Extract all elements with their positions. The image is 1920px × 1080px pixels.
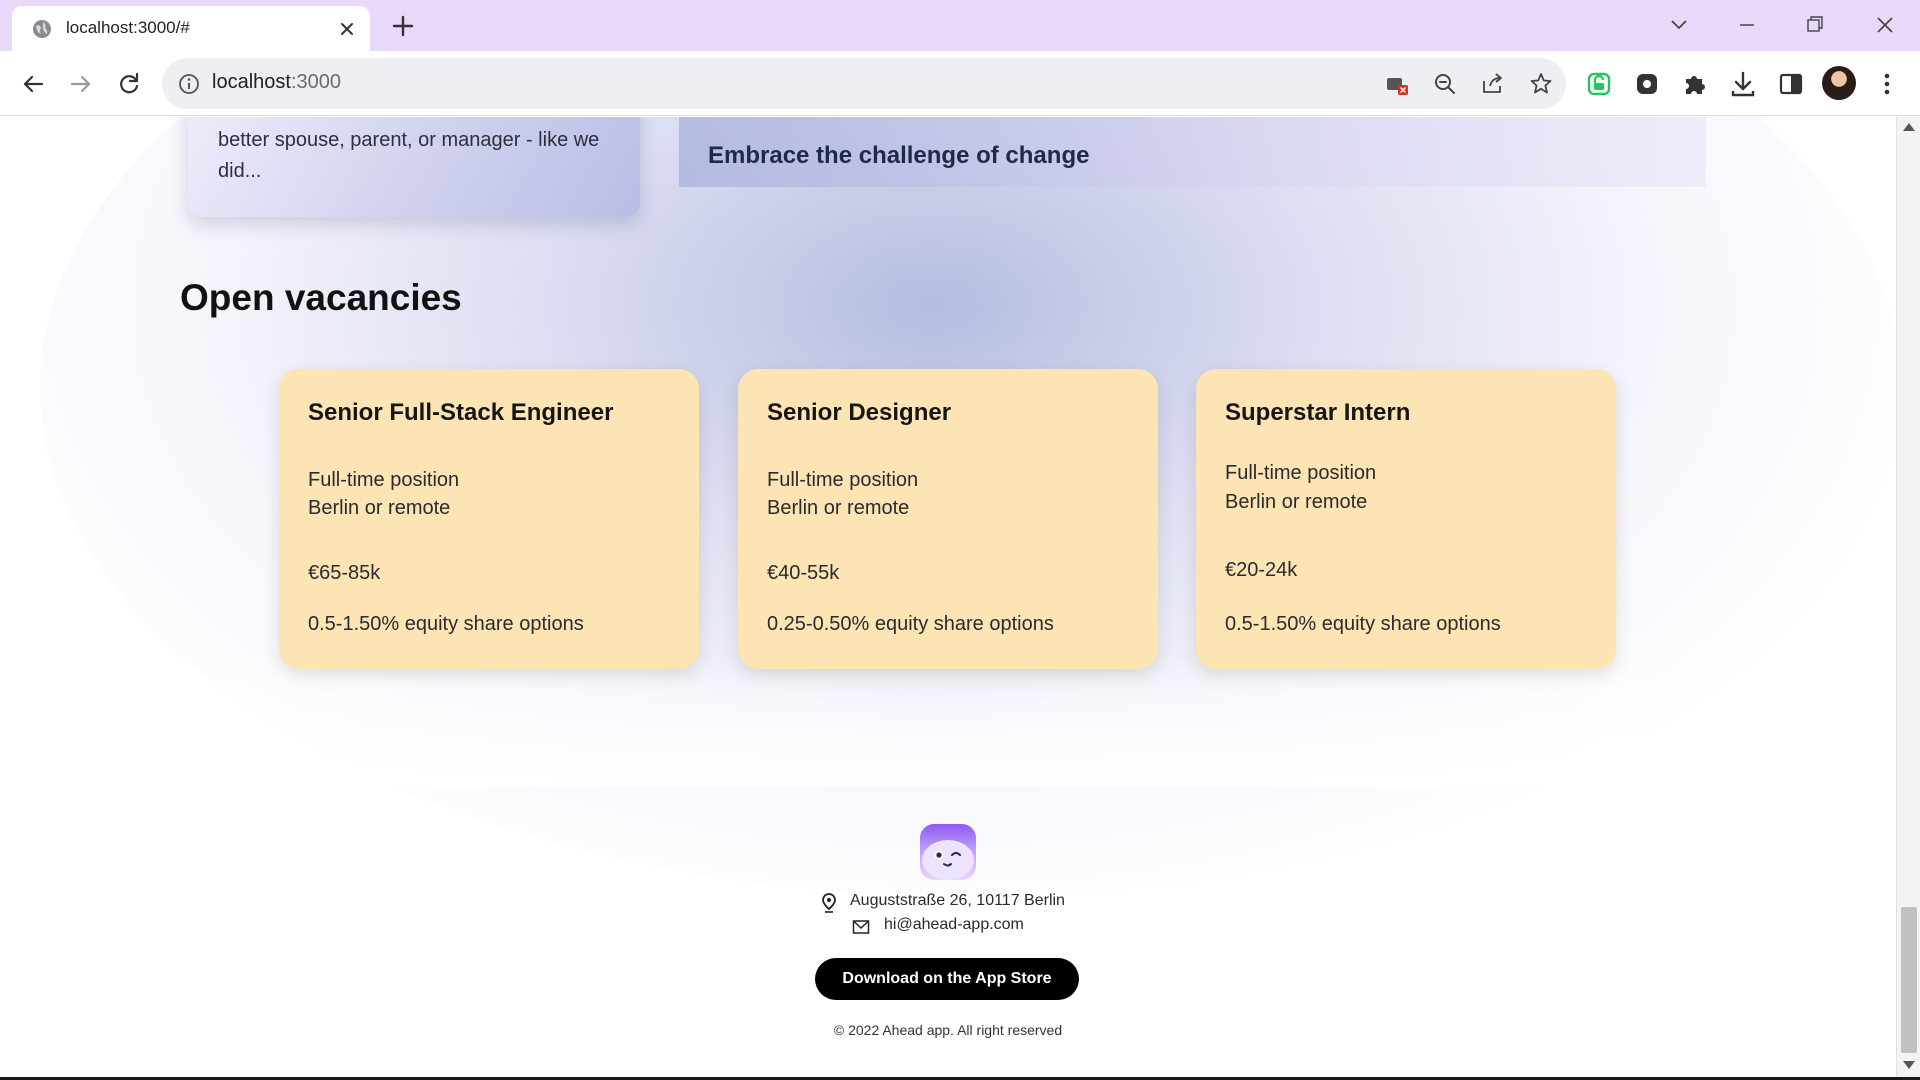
vacancy-salary: €40-55k bbox=[767, 562, 840, 584]
close-window-icon[interactable] bbox=[1870, 10, 1900, 40]
ahead-app-logo bbox=[920, 824, 976, 880]
back-arrow-icon[interactable] bbox=[18, 69, 48, 99]
vacancy-location: Berlin or remote bbox=[767, 497, 910, 519]
minimize-icon[interactable] bbox=[1732, 10, 1762, 40]
url-text[interactable]: localhost:3000 bbox=[212, 71, 341, 94]
copyright-text: © 2022 Ahead app. All right reserved bbox=[833, 1022, 1063, 1038]
footer-address: Auguststraße 26, 10117 Berlin bbox=[850, 892, 1065, 909]
vacancy-type: Full-time position bbox=[308, 469, 460, 491]
scroll-down-arrow-icon[interactable] bbox=[1903, 1061, 1915, 1069]
extensions-puzzle-icon[interactable] bbox=[1680, 69, 1710, 99]
vacancy-equity: 0.5-1.50% equity share options bbox=[308, 613, 584, 635]
browser-tab[interactable]: localhost:3000/# bbox=[12, 6, 370, 51]
share-icon[interactable] bbox=[1480, 71, 1506, 97]
story-card: better spouse, parent, or manager - like… bbox=[188, 117, 640, 217]
zoom-out-icon[interactable] bbox=[1432, 71, 1458, 97]
scroll-thumb[interactable] bbox=[1901, 907, 1917, 1053]
address-bar[interactable]: localhost:3000 bbox=[162, 58, 1566, 109]
winking-face-icon bbox=[922, 840, 974, 880]
restore-icon[interactable] bbox=[1800, 10, 1830, 40]
vacancy-card[interactable]: Senior Full-Stack Engineer Full-time pos… bbox=[279, 369, 699, 669]
more-menu-icon[interactable] bbox=[1872, 69, 1902, 99]
new-tab-icon[interactable] bbox=[390, 13, 416, 39]
vacancy-equity: 0.5-1.50% equity share options bbox=[1225, 613, 1501, 635]
vacancy-equity: 0.25-0.50% equity share options bbox=[767, 613, 1054, 635]
vacancy-title: Senior Designer bbox=[767, 399, 952, 426]
site-info-icon[interactable] bbox=[178, 73, 200, 95]
email-row[interactable]: hi@ahead-app.com bbox=[852, 916, 1052, 940]
mail-icon bbox=[852, 920, 870, 934]
vacancy-location: Berlin or remote bbox=[1225, 491, 1368, 513]
vacancy-location: Berlin or remote bbox=[308, 497, 451, 519]
vertical-scrollbar[interactable] bbox=[1896, 117, 1920, 1077]
vacancy-card[interactable]: Superstar Intern Full-time position Berl… bbox=[1196, 369, 1616, 669]
download-icon[interactable] bbox=[1728, 69, 1758, 99]
footer-email-link[interactable]: hi@ahead-app.com bbox=[884, 916, 1024, 934]
open-vacancies-heading: Open vacancies bbox=[180, 277, 462, 318]
tab-search-chevron-icon[interactable] bbox=[1664, 10, 1694, 40]
tab-title: localhost:3000/# bbox=[66, 18, 190, 37]
app-store-download-button[interactable]: Download on the App Store bbox=[815, 958, 1079, 1000]
value-banner-title: Embrace the challenge of change bbox=[708, 142, 1090, 169]
vacancy-salary: €65-85k bbox=[308, 562, 381, 584]
vacancy-card[interactable]: Senior Designer Full-time position Berli… bbox=[738, 369, 1158, 669]
vacancy-type: Full-time position bbox=[767, 469, 919, 491]
side-panel-icon[interactable] bbox=[1776, 69, 1806, 99]
vacancy-title: Senior Full-Stack Engineer bbox=[308, 399, 614, 426]
browser-toolbar: localhost:3000 bbox=[0, 51, 1920, 116]
vacancy-title: Superstar Intern bbox=[1225, 399, 1411, 426]
profile-avatar[interactable] bbox=[1822, 66, 1856, 100]
globe-icon bbox=[33, 20, 51, 38]
reload-icon[interactable] bbox=[114, 69, 144, 99]
story-card-text: better spouse, parent, or manager - like… bbox=[218, 129, 600, 182]
bookmark-star-icon[interactable] bbox=[1528, 71, 1554, 97]
address-row: Auguststraße 26, 10117 Berlin bbox=[818, 892, 1078, 916]
vacancy-type: Full-time position bbox=[1225, 462, 1377, 484]
password-lock-extension-icon[interactable] bbox=[1584, 69, 1614, 99]
scroll-up-arrow-icon[interactable] bbox=[1903, 123, 1915, 131]
forward-arrow-icon[interactable] bbox=[66, 69, 96, 99]
browser-tabstrip: localhost:3000/# bbox=[0, 0, 1920, 51]
media-extension-icon[interactable] bbox=[1632, 69, 1662, 99]
location-pin-icon bbox=[822, 893, 836, 913]
value-banner: Embrace the challenge of change bbox=[679, 117, 1706, 187]
vacancy-salary: €20-24k bbox=[1225, 559, 1298, 581]
camera-blocked-icon[interactable] bbox=[1384, 71, 1410, 97]
close-tab-icon[interactable] bbox=[336, 18, 358, 40]
